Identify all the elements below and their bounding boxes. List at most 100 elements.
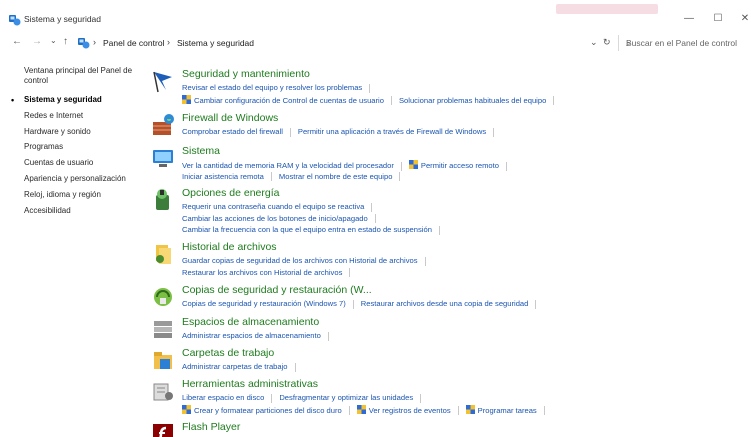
category-title[interactable]: Seguridad y mantenimiento — [182, 68, 310, 80]
link-separator — [505, 161, 507, 171]
category-link-row: Comprobar estado del firewall Permitir un… — [182, 127, 501, 137]
category-link-row: Cambiar configuración de Control de cuen… — [182, 94, 561, 105]
title-bar-blurred-region — [556, 4, 658, 14]
task-link[interactable]: Iniciar asistencia remota — [182, 172, 264, 181]
backup-restore-icon[interactable] — [150, 284, 176, 310]
sidebar-item-user-accounts[interactable]: Cuentas de usuario — [24, 158, 144, 174]
up-button[interactable]: ↑ — [63, 36, 68, 47]
sidebar-item-hardware-sound[interactable]: Hardware y sonido — [24, 127, 144, 143]
task-link[interactable]: Liberar espacio en disco — [182, 393, 264, 402]
sidebar-item-network-internet[interactable]: Redes e Internet — [24, 111, 144, 127]
breadcrumb-panel-de-control[interactable]: Panel de control — [103, 38, 164, 48]
maximize-button[interactable]: ☐ — [711, 12, 725, 26]
uac-shield-icon — [182, 404, 191, 414]
storage-spaces-icon[interactable] — [150, 316, 176, 342]
flag-icon[interactable] — [150, 68, 176, 94]
breadcrumb-sistema-y-seguridad[interactable]: Sistema y seguridad — [177, 38, 254, 48]
category-title[interactable]: Firewall de Windows — [182, 112, 278, 124]
task-link[interactable]: Solucionar problemas habituales del equi… — [399, 96, 546, 105]
breadcrumb-separator: › — [93, 37, 96, 47]
task-link[interactable]: Administrar carpetas de trabajo — [182, 362, 288, 371]
search-icon[interactable]: ⌕ — [626, 38, 751, 49]
link-separator — [535, 299, 537, 309]
task-link[interactable]: Permitir una aplicación a través de Fire… — [298, 127, 486, 136]
category-link-row: Revisar el estado del equipo y resolver … — [182, 83, 377, 93]
refresh-button[interactable]: ↻ — [603, 37, 611, 48]
category-title[interactable]: Copias de seguridad y restauración (W... — [182, 284, 372, 296]
firewall-icon[interactable] — [150, 112, 176, 138]
link-separator — [270, 172, 272, 181]
sidebar-item-control-panel-home[interactable]: Ventana principal del Panel de control — [24, 66, 144, 95]
category-title[interactable]: Opciones de energía — [182, 187, 279, 199]
task-link[interactable]: Permitir acceso remoto — [408, 160, 499, 170]
task-link[interactable]: Comprobar estado del firewall — [182, 127, 283, 136]
task-link[interactable]: Cambiar configuración de Control de cuen… — [182, 94, 384, 105]
task-link-label: Cambiar las acciones de los botones de i… — [182, 213, 368, 223]
task-link[interactable]: Restaurar los archivos con Historial de … — [182, 268, 342, 277]
search-input[interactable]: Buscar en el Panel de control ⌕ — [618, 35, 751, 51]
sidebar-item-accessibility[interactable]: Accesibilidad — [24, 206, 144, 222]
category-title[interactable]: Sistema — [182, 145, 220, 157]
category-title[interactable]: Historial de archivos — [182, 241, 277, 253]
task-link[interactable]: Revisar el estado del equipo y resolver … — [182, 83, 362, 92]
task-link-label: Liberar espacio en disco — [182, 393, 265, 402]
category-link-row: Ver la cantidad de memoria RAM y la velo… — [182, 160, 514, 171]
task-link[interactable]: Desfragmentar y optimizar las unidades — [279, 393, 413, 402]
sidebar-item-appearance[interactable]: Apariencia y personalización — [24, 174, 144, 190]
uac-shield-icon — [408, 160, 418, 169]
category-link-row: Copias de seguridad y restauración (Wind… — [182, 299, 543, 309]
file-history-icon[interactable] — [150, 241, 176, 267]
task-link-label: Iniciar asistencia remota — [182, 171, 264, 181]
task-link[interactable]: Programar tareas — [465, 404, 537, 415]
minimize-button[interactable]: — — [682, 12, 696, 26]
control-panel-icon — [78, 38, 90, 49]
work-folders-icon[interactable] — [150, 347, 176, 373]
task-link[interactable]: Cambiar las acciones de los botones de i… — [182, 214, 368, 223]
link-separator — [493, 127, 495, 137]
link-separator — [374, 214, 376, 223]
task-link[interactable]: Requerir una contraseña cuando el equipo… — [182, 202, 364, 211]
task-link[interactable]: Cambiar la frecuencia con la que el equi… — [182, 225, 432, 234]
task-link-label: Crear y formatear particiones del disco … — [194, 405, 342, 415]
category-title[interactable]: Flash Player — [182, 421, 240, 433]
link-separator — [543, 406, 545, 415]
category-link-row: Cambiar las acciones de los botones de i… — [182, 214, 383, 223]
link-separator — [327, 331, 329, 341]
task-link-label: Restaurar los archivos con Historial de … — [182, 267, 343, 277]
close-button[interactable]: ✕ — [738, 12, 751, 26]
task-link-label: Comprobar estado del firewall — [182, 127, 283, 136]
computer-icon[interactable] — [150, 145, 176, 171]
task-link[interactable]: Crear y formatear particiones del disco … — [182, 404, 342, 415]
task-link-label: Desfragmentar y optimizar las unidades — [279, 393, 414, 402]
category-link-row: Liberar espacio en disco Desfragmentar y … — [182, 393, 428, 403]
task-link-label: Programar tareas — [477, 405, 537, 415]
left-navigation-pane: Ventana principal del Panel de control S… — [11, 66, 144, 222]
task-link[interactable]: Copias de seguridad y restauración (Wind… — [182, 299, 346, 308]
back-button[interactable]: ← — [12, 36, 22, 47]
task-link[interactable]: Guardar copias de seguridad de los archi… — [182, 256, 418, 265]
recent-locations-button[interactable]: ⌄ — [50, 36, 57, 45]
task-link-label: Restaurar archivos desde una copia de se… — [360, 299, 529, 308]
category-link-row: Requerir una contraseña cuando el equipo… — [182, 202, 379, 212]
forward-button[interactable]: → — [32, 36, 42, 47]
power-options-icon[interactable] — [150, 187, 176, 213]
category-title[interactable]: Herramientas administrativas — [182, 378, 318, 390]
link-separator — [390, 96, 392, 105]
sidebar-item-programs[interactable]: Programas — [24, 142, 144, 158]
sidebar-item-system-security[interactable]: Sistema y seguridad — [11, 95, 144, 111]
task-link[interactable]: Ver registros de eventos — [356, 404, 451, 415]
task-link-label: Ver registros de eventos — [368, 405, 451, 415]
category-title[interactable]: Carpetas de trabajo — [182, 347, 274, 359]
address-dropdown-button[interactable]: ⌄ — [590, 37, 598, 48]
task-link[interactable]: Restaurar archivos desde una copia de se… — [361, 299, 529, 308]
task-link[interactable]: Mostrar el nombre de este equipo — [279, 172, 393, 181]
category-title[interactable]: Espacios de almacenamiento — [182, 316, 319, 328]
flash-player-icon[interactable] — [150, 421, 176, 437]
category-link-row: Administrar espacios de almacenamiento — [182, 331, 336, 341]
task-link[interactable]: Ver la cantidad de memoria RAM y la velo… — [182, 161, 394, 170]
admin-tools-icon[interactable] — [150, 378, 176, 404]
sidebar-item-clock-region[interactable]: Reloj, idioma y región — [24, 190, 144, 206]
task-link[interactable]: Administrar espacios de almacenamiento — [182, 331, 321, 340]
link-separator — [352, 299, 354, 309]
task-link-label: Revisar el estado del equipo y resolver … — [182, 83, 363, 92]
